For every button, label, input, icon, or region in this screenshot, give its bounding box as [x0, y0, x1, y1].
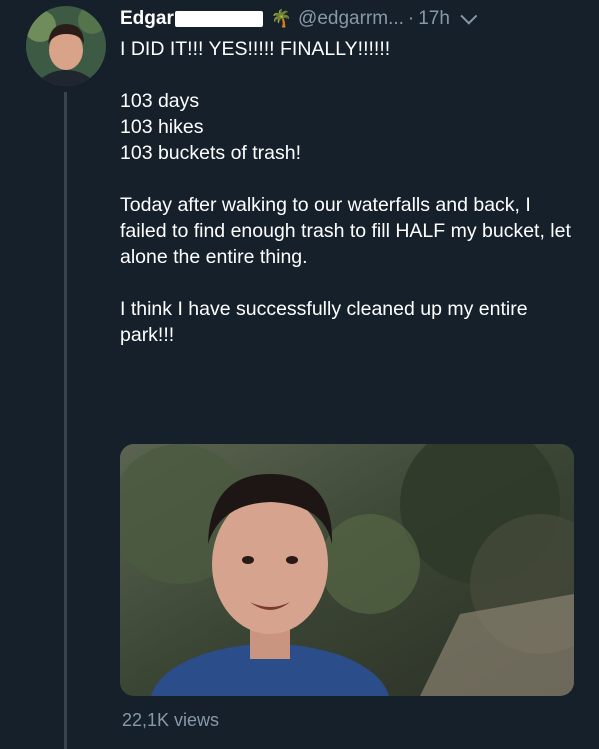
name-redaction: [174, 11, 263, 27]
video-player[interactable]: [120, 444, 574, 696]
display-name[interactable]: Edgar: [120, 8, 174, 30]
chevron-down-icon[interactable]: [460, 7, 478, 25]
video-thumbnail: [120, 444, 574, 696]
avatar[interactable]: [26, 6, 106, 86]
timestamp[interactable]: 17h: [418, 8, 450, 30]
stat-line: 103 days: [120, 90, 200, 112]
palm-tree-icon: 🌴: [270, 9, 293, 28]
stat-line: 103 buckets of trash!: [120, 142, 302, 164]
stat-line: 103 hikes: [120, 116, 204, 138]
thread-line: [64, 92, 67, 749]
tweet-header: Edgar 🌴 @edgarrm... · 17h: [120, 7, 589, 30]
tweet-body-paragraph: I think I have successfully cleaned up m…: [120, 298, 528, 346]
separator-dot: ·: [407, 8, 415, 29]
tweet-text: I DID IT!!! YES!!!!! FINALLY!!!!!! 103 d…: [120, 36, 580, 348]
user-handle[interactable]: @edgarrm...: [298, 8, 404, 30]
tweet-headline: I DID IT!!! YES!!!!! FINALLY!!!!!!: [120, 38, 391, 60]
tweet-body-paragraph: Today after walking to our waterfalls an…: [120, 194, 571, 268]
view-count: 22,1K views: [122, 710, 220, 730]
avatar-image: [26, 6, 106, 86]
